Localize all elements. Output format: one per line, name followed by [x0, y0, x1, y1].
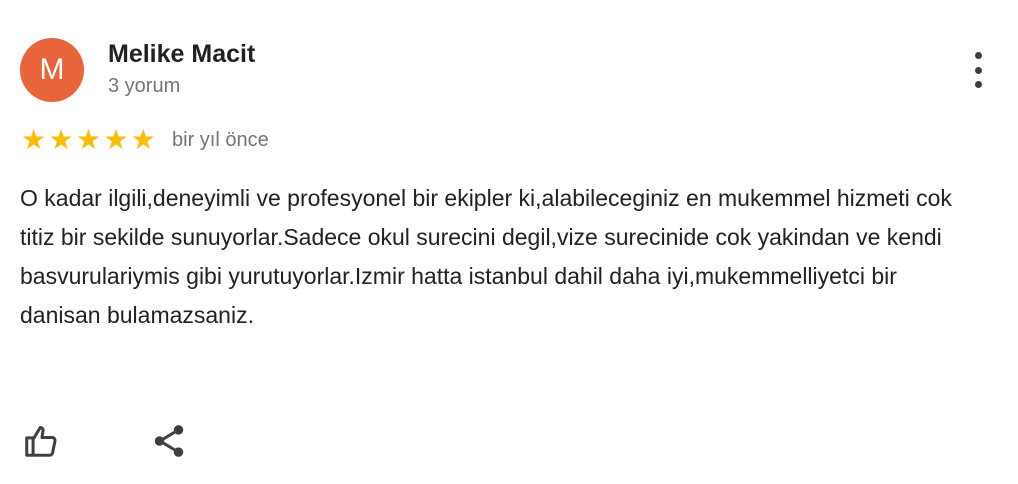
more-vert-icon-dot — [974, 66, 982, 74]
more-vert-icon — [974, 52, 982, 59]
more-options-button[interactable] — [962, 52, 994, 88]
review-time: bir yıl önce — [172, 129, 269, 151]
star-icon: ★ — [75, 124, 102, 155]
share-icon[interactable] — [150, 422, 188, 460]
thumb-up-icon[interactable] — [22, 422, 60, 460]
star-icon: ★ — [21, 124, 47, 155]
star-icon: ★ — [130, 124, 156, 155]
star-rating: ★ ★ ★ ★ ★ — [20, 126, 157, 154]
review-text: O kadar ilgili,deneyimli ve profesyonel … — [20, 185, 952, 328]
more-vert-icon-dot — [974, 81, 982, 88]
avatar[interactable]: M — [20, 38, 84, 102]
star-icon: ★ — [48, 124, 74, 155]
star-icon: ★ — [103, 124, 129, 155]
reviewer-name[interactable]: Melike Macit — [108, 38, 255, 70]
review-card: M Melike Macit 3 yorum ★ ★ ★ ★ ★ bir yıl… — [0, 0, 1018, 484]
review-count: 3 yorum — [108, 75, 181, 97]
